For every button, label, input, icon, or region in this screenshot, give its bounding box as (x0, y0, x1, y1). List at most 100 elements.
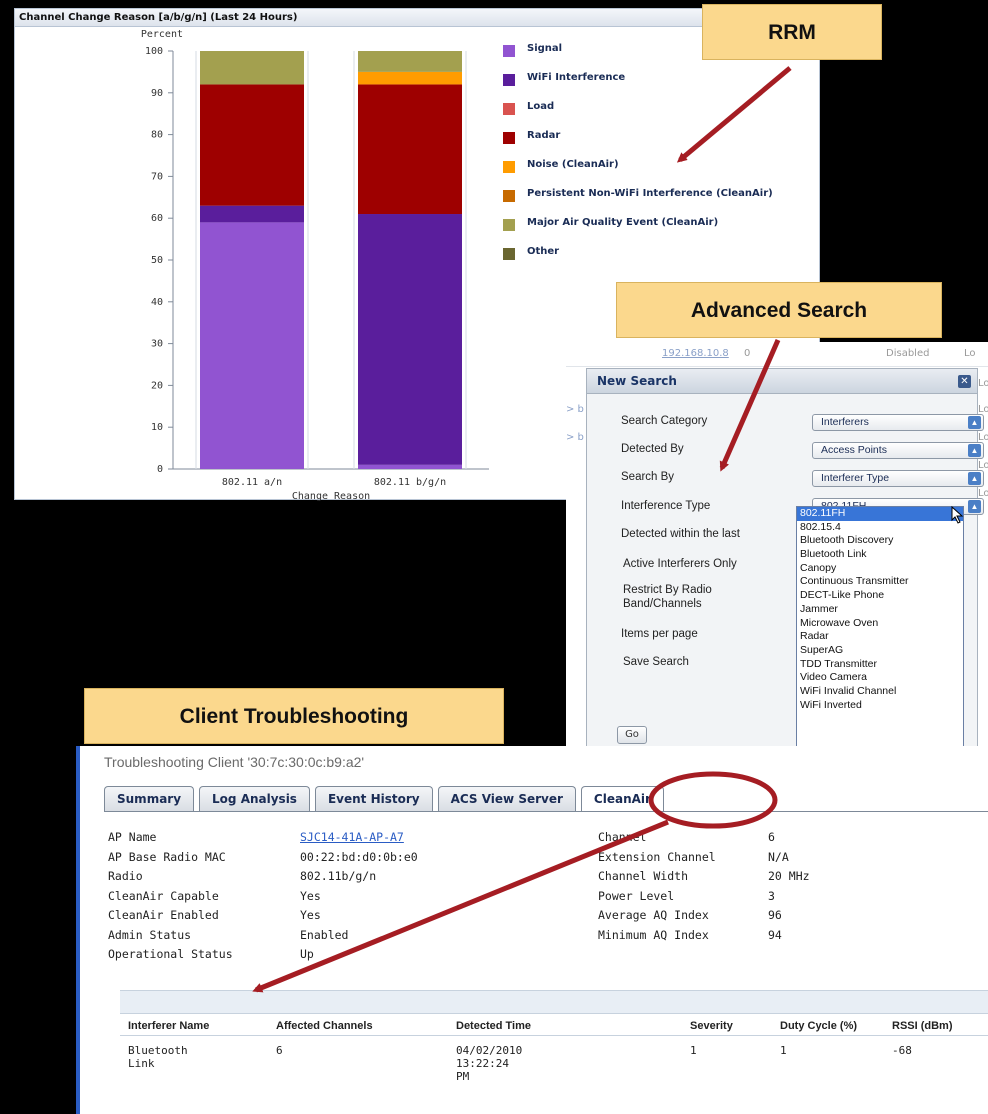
restrict-by-radio-label: Restrict By Radio (623, 584, 712, 596)
dropdown-option[interactable]: Radar (797, 630, 963, 644)
y-tick-label: 20 (151, 380, 163, 391)
table-cell: 1 (690, 1044, 697, 1057)
bar-segment-signal (200, 222, 304, 469)
legend-item: Load (503, 101, 823, 130)
y-tick-label: 80 (151, 130, 163, 141)
legend-item: Noise (CleanAir) (503, 159, 823, 188)
y-tick-label: 70 (151, 171, 163, 182)
tab-event-history[interactable]: Event History (314, 786, 433, 812)
dropdown-option[interactable]: WiFi Inverted (797, 699, 963, 713)
legend-label: Radar (527, 130, 561, 141)
field-cleanair-enabled-value: Yes (300, 908, 321, 922)
detected-by-select[interactable]: Access Points ▲ (812, 442, 984, 459)
interference-type-label: Interference Type (621, 500, 711, 512)
field-admin-status-value: Enabled (300, 927, 349, 942)
dropdown-option[interactable]: Canopy (797, 562, 963, 576)
table-column-header[interactable]: RSSI (dBm) (892, 1020, 953, 1032)
items-per-page-label: Items per page (621, 628, 698, 640)
mouse-cursor-icon (951, 506, 964, 524)
chevron-down-icon: ▲ (968, 416, 981, 429)
interference-type-dropdown-list[interactable]: 802.11FH 802.15.4 Bluetooth Discovery Bluet… (796, 506, 964, 750)
legend-label: Other (527, 246, 560, 257)
tab-acs-view-server[interactable]: ACS View Server (437, 786, 576, 812)
field-cleanair-capable-value: Yes (300, 888, 321, 903)
legend-swatch (503, 248, 515, 260)
y-tick-label: 50 (151, 255, 163, 266)
field-extension-channel-value: N/A (768, 849, 789, 864)
advanced-search-callout: Advanced Search (616, 282, 942, 338)
detected-by-label: Detected By (621, 443, 684, 455)
dialog-title: New Search (587, 369, 977, 394)
legend-item: Other (503, 246, 823, 275)
dropdown-option[interactable]: Continuous Transmitter (797, 575, 963, 589)
tab-bar: Summary Log Analysis Event History ACS V… (104, 786, 669, 812)
field-channel-value: 6 (768, 830, 775, 844)
go-button[interactable]: Go (617, 726, 647, 744)
field-power-level-value: 3 (768, 888, 775, 903)
field-power-level-label: Power Level (598, 888, 675, 903)
divider (120, 1013, 988, 1014)
field-admin-status-label: Admin Status (108, 927, 192, 942)
dropdown-option[interactable]: TDD Transmitter (797, 658, 963, 672)
tab-summary[interactable]: Summary (104, 786, 195, 812)
client-troubleshooting-panel: Troubleshooting Client '30:7c:30:0c:b9:a… (76, 746, 988, 1114)
field-ap-name-value[interactable]: SJC14-41A-AP-A7 (300, 830, 404, 844)
table-column-header[interactable]: Detected Time (456, 1020, 531, 1032)
background-ip-link[interactable]: 192.168.10.8 (662, 348, 729, 359)
table-cell: 04/02/2010 13:22:24 PM (456, 1044, 523, 1083)
y-tick-label: 90 (151, 88, 163, 99)
dropdown-option[interactable]: 802.15.4 (797, 521, 963, 535)
background-cell: 0 (744, 348, 751, 359)
y-tick-label: 100 (145, 46, 163, 57)
x-tick-label: 802.11 a/n (222, 477, 282, 488)
dropdown-option[interactable]: Jammer (797, 603, 963, 617)
legend-swatch (503, 132, 515, 144)
field-radio-label: Radio (108, 869, 143, 883)
search-by-select[interactable]: Interferer Type ▲ (812, 470, 984, 487)
dropdown-option[interactable]: Video Camera (797, 671, 963, 685)
bar-segment-major-air-quality-event-cleanair- (358, 51, 462, 72)
y-axis-label: Percent (141, 29, 183, 40)
legend-label: WiFi Interference (527, 72, 626, 83)
close-icon[interactable]: ✕ (958, 375, 971, 388)
x-tick-label: 802.11 b/g/n (374, 477, 446, 488)
bar-segment-radar (358, 84, 462, 215)
dropdown-option[interactable]: SuperAG (797, 644, 963, 658)
legend-swatch (503, 161, 515, 173)
legend-label: Major Air Quality Event (CleanAir) (527, 217, 719, 228)
search-category-select[interactable]: Interferers ▲ (812, 414, 984, 431)
table-column-header[interactable]: Duty Cycle (%) (780, 1020, 857, 1032)
table-column-header[interactable]: Severity (690, 1020, 733, 1032)
page-title: Troubleshooting Client '30:7c:30:0c:b9:a… (104, 754, 365, 770)
band-channels-label: Band/Channels (623, 598, 702, 610)
dropdown-option[interactable]: 802.11FH (797, 507, 963, 521)
tab-divider (104, 811, 988, 812)
background-link-fragment[interactable]: > b (566, 404, 584, 415)
field-cleanair-capable-label: CleanAir Capable (108, 888, 219, 903)
bar-segment-signal (358, 464, 462, 469)
save-search-label: Save Search (623, 656, 689, 668)
field-minimum-aq-index-label: Minimum AQ Index (598, 927, 709, 942)
legend-swatch (503, 45, 515, 57)
background-status-cell: Disabled (886, 348, 930, 359)
dropdown-option[interactable]: DECT-Like Phone (797, 589, 963, 603)
background-table-row: 192.168.10.8 0 Disabled Lo (566, 342, 988, 367)
search-category-value: Interferers (821, 416, 869, 428)
background-link-fragment[interactable]: > b (566, 432, 584, 443)
table-column-header[interactable]: Interferer Name (128, 1020, 209, 1032)
table-column-header[interactable]: Affected Channels (276, 1020, 373, 1032)
dropdown-option[interactable]: Bluetooth Link (797, 548, 963, 562)
legend-item: Radar (503, 130, 823, 159)
table-cell: -68 (892, 1044, 912, 1057)
chevron-down-icon: ▲ (968, 500, 981, 513)
y-tick-label: 30 (151, 339, 163, 350)
y-tick-label: 10 (151, 422, 163, 433)
tab-log-analysis[interactable]: Log Analysis (199, 786, 310, 812)
dropdown-option[interactable]: WiFi Invalid Channel (797, 685, 963, 699)
field-ap-name-label: AP Name (108, 830, 157, 844)
dropdown-option[interactable]: Bluetooth Discovery (797, 534, 963, 548)
dropdown-option[interactable]: Microwave Oven (797, 617, 963, 631)
active-interferers-label: Active Interferers Only (623, 558, 737, 570)
search-by-label: Search By (621, 471, 675, 483)
tab-cleanair[interactable]: CleanAir (580, 786, 664, 812)
